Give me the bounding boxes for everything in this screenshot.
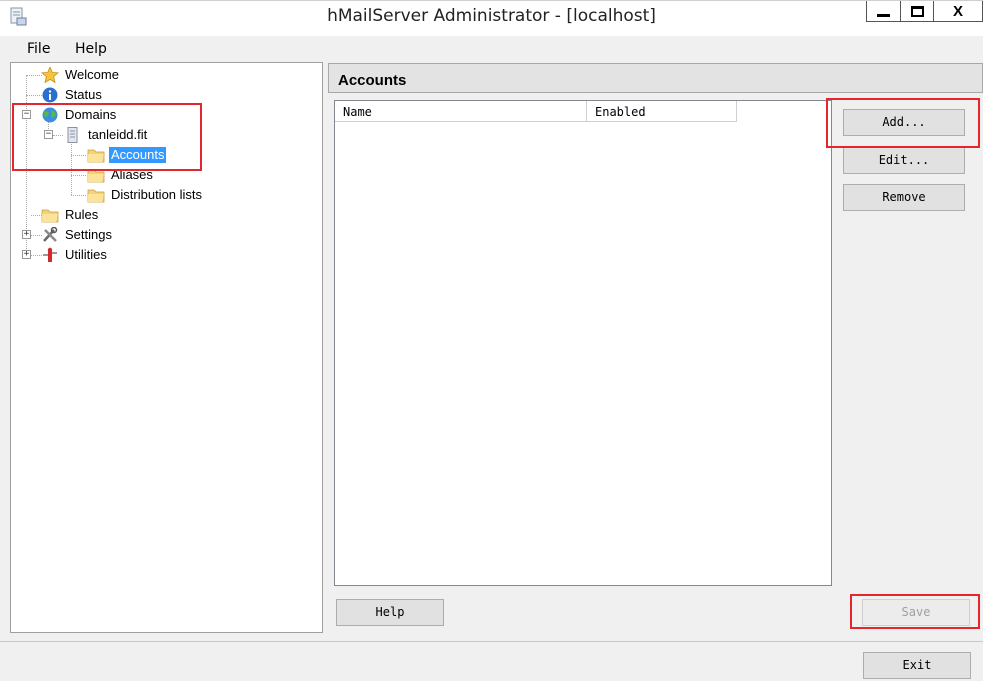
expand-settings-icon[interactable]: +: [22, 230, 31, 239]
tree-item-label: Welcome: [65, 67, 119, 82]
utilities-icon: [43, 247, 57, 262]
tree-line: [71, 141, 72, 195]
folder-icon: [87, 189, 105, 203]
minimize-icon: [877, 13, 890, 17]
tree-item-label: Domains: [65, 107, 117, 122]
add-button[interactable]: Add...: [843, 109, 965, 136]
accounts-list[interactable]: Name Enabled: [334, 100, 832, 586]
collapse-domains-icon[interactable]: −: [22, 110, 31, 119]
maximize-icon: [910, 5, 924, 17]
save-button[interactable]: Save: [862, 599, 970, 626]
tree-item-aliases[interactable]: Aliases: [87, 166, 155, 184]
close-button[interactable]: X: [934, 1, 983, 22]
server-icon: [67, 127, 78, 143]
tree-line: [71, 195, 86, 196]
title-bar: hMailServer Administrator - [localhost] …: [0, 0, 983, 36]
tree-item-distribution-lists[interactable]: Distribution lists: [87, 186, 204, 204]
list-header: Name Enabled: [335, 101, 737, 122]
globe-icon: [42, 107, 58, 123]
collapse-domain-icon[interactable]: −: [44, 130, 53, 139]
tree-line: [71, 175, 86, 176]
tree-item-label: Status: [65, 87, 102, 102]
menu-bar: File Help: [0, 37, 983, 61]
folder-icon: [41, 209, 59, 223]
folder-icon: [87, 149, 105, 163]
tree-line: [26, 75, 27, 255]
tree-item-settings[interactable]: Settings: [41, 226, 114, 244]
tree-item-domains[interactable]: Domains: [41, 106, 118, 124]
tree-item-status[interactable]: Status: [41, 86, 104, 104]
tree-item-welcome[interactable]: Welcome: [41, 66, 121, 84]
tree-item-label: Accounts: [109, 147, 167, 163]
tools-icon: [43, 227, 58, 242]
column-header-name[interactable]: Name: [335, 101, 587, 122]
exit-button[interactable]: Exit: [863, 652, 971, 679]
tree-item-rules[interactable]: Rules: [41, 206, 100, 224]
tree-item-label: Distribution lists: [111, 187, 203, 202]
page-title: Accounts: [338, 72, 407, 89]
remove-button[interactable]: Remove: [843, 184, 965, 211]
help-button[interactable]: Help: [336, 599, 444, 626]
minimize-button[interactable]: [866, 1, 900, 22]
column-header-enabled[interactable]: Enabled: [587, 101, 737, 122]
tree-item-label: Aliases: [111, 167, 153, 182]
main-header: Accounts: [328, 63, 983, 93]
tree-item-label: Utilities: [65, 247, 107, 262]
tree-item-utilities[interactable]: Utilities: [41, 246, 109, 264]
tree-line: [26, 75, 42, 76]
tree-item-domain[interactable]: tanleidd.fit: [64, 126, 149, 144]
tree-item-label: Rules: [65, 207, 99, 222]
tree-line: [53, 135, 63, 136]
tree-item-label: tanleidd.fit: [88, 127, 148, 142]
divider: [0, 641, 983, 642]
tree-item-label: Settings: [65, 227, 112, 242]
folder-icon: [87, 169, 105, 183]
window-title: hMailServer Administrator - [localhost]: [327, 6, 656, 26]
tree-line: [71, 155, 86, 156]
tree-item-accounts[interactable]: Accounts: [87, 146, 167, 164]
maximize-button[interactable]: [900, 1, 934, 22]
menu-help[interactable]: Help: [75, 41, 107, 57]
edit-button[interactable]: Edit...: [843, 147, 965, 174]
navigation-tree[interactable]: − − + + Welcome Status Domains tanleidd.…: [10, 62, 323, 633]
info-icon: [42, 87, 58, 103]
tree-line: [26, 95, 42, 96]
menu-file[interactable]: File: [27, 41, 50, 57]
star-icon: [41, 67, 59, 83]
expand-utilities-icon[interactable]: +: [22, 250, 31, 259]
